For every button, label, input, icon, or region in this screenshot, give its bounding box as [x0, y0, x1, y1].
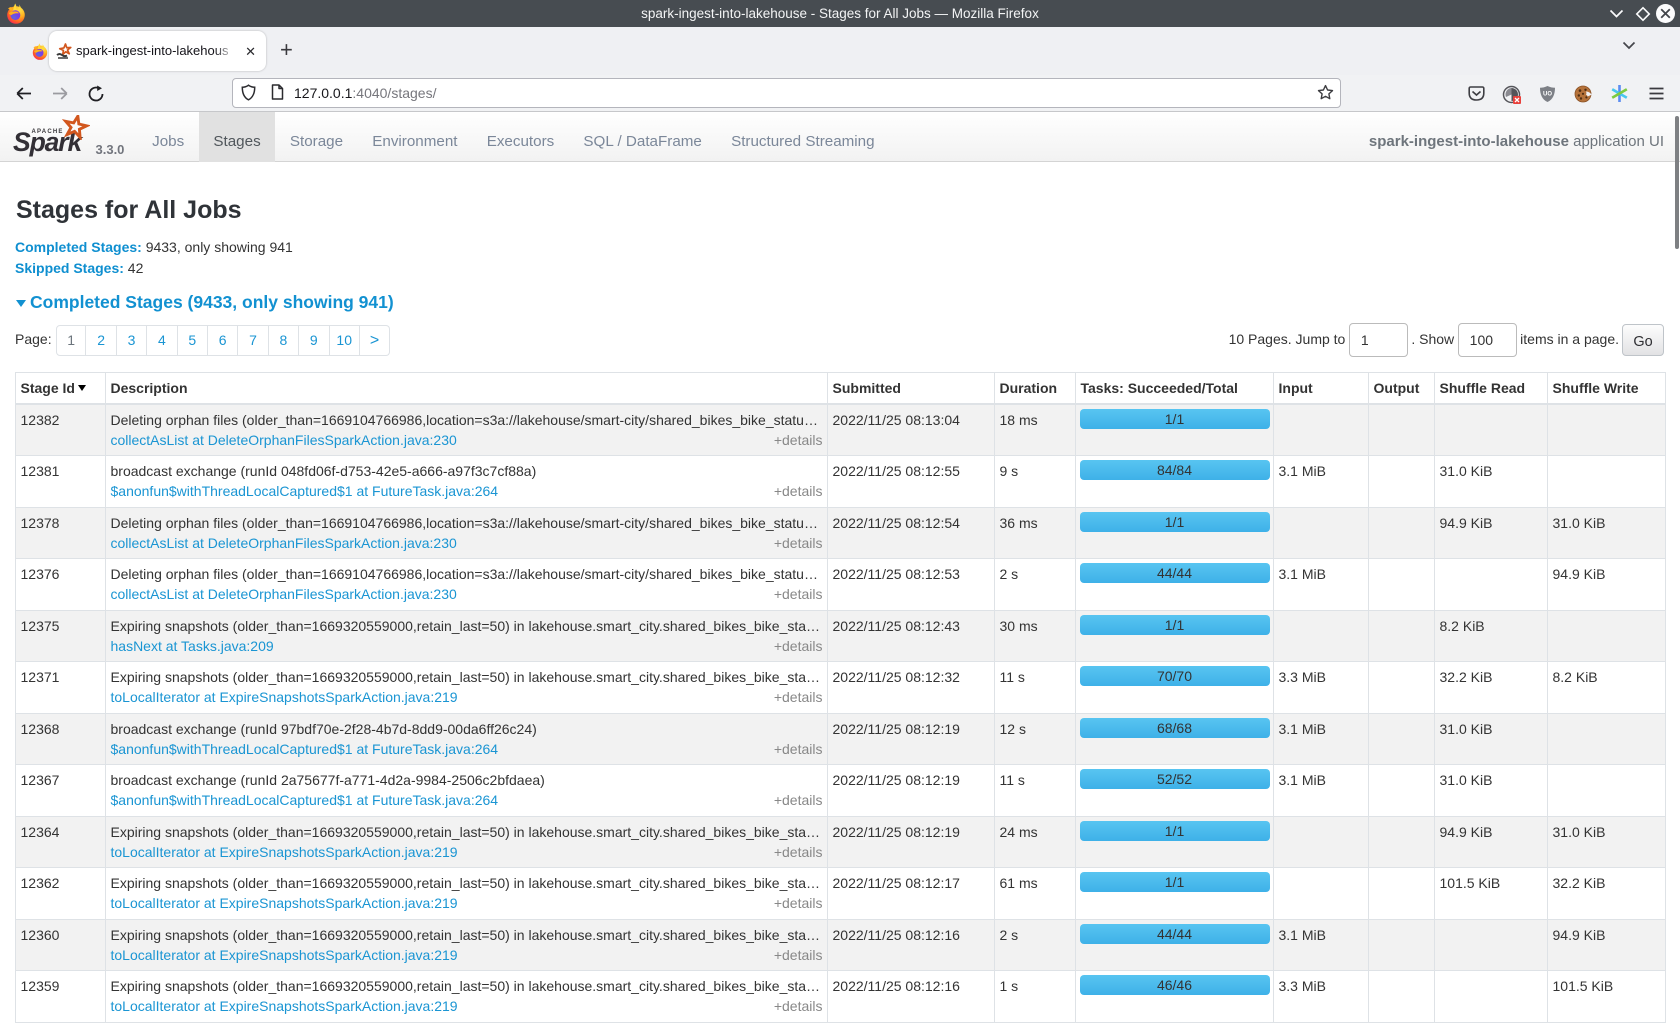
svg-text:UO: UO [1543, 92, 1552, 98]
